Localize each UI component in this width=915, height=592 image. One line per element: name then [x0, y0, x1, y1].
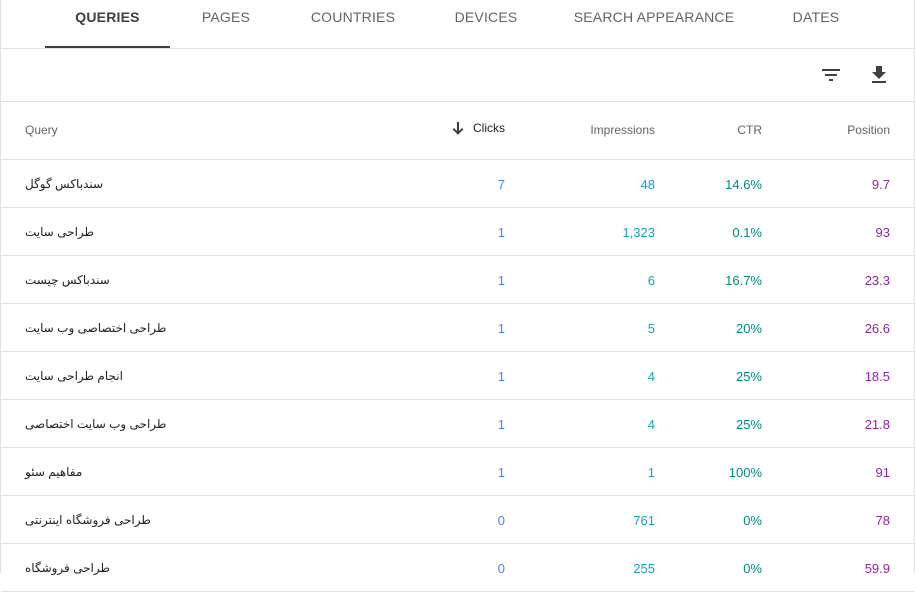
table-row[interactable]: انجام طراحی سایت 1 4 25% 18.5 [1, 352, 914, 400]
table-row[interactable]: طراحی وب سایت اختصاصی 1 4 25% 21.8 [1, 400, 914, 448]
filter-icon [822, 69, 840, 81]
query-cell: طراحی فروشگاه اینترنتی [25, 513, 151, 527]
position-cell: 9.7 [871, 177, 890, 192]
query-cell: طراحی وب سایت اختصاصی [25, 417, 167, 431]
query-cell: طراحی اختصاصی وب سایت [25, 321, 167, 335]
query-cell: انجام طراحی سایت [25, 369, 123, 383]
clicks-cell: 1 [497, 465, 505, 480]
position-cell: 21.8 [864, 417, 890, 432]
impressions-cell: 6 [647, 273, 655, 288]
position-cell: 18.5 [864, 369, 890, 384]
table-row[interactable]: مفاهیم سئو 1 1 100% 91 [1, 448, 914, 496]
table-row[interactable]: سندباکس گوگل 7 48 14.6% 9.7 [1, 160, 914, 208]
tab-pages[interactable]: PAGES [181, 0, 271, 48]
impressions-cell: 5 [647, 321, 655, 336]
clicks-cell: 1 [497, 273, 505, 288]
query-cell: سندباکس گوگل [25, 177, 104, 191]
table-row[interactable]: طراحی فروشگاه اینترنتی 0 761 0% 78 [1, 496, 914, 544]
report-tabs: QUERIES PAGES COUNTRIES DEVICES SEARCH A… [1, 0, 914, 49]
ctr-cell: 25% [735, 417, 762, 432]
clicks-cell: 1 [497, 225, 505, 240]
query-cell: طراحی سایت [25, 225, 95, 239]
clicks-cell: 0 [497, 561, 505, 576]
table-row[interactable]: طراحی سایت 1 1,323 0.1% 93 [1, 208, 914, 256]
tab-devices[interactable]: DEVICES [436, 0, 536, 48]
ctr-cell: 16.7% [725, 273, 762, 288]
clicks-cell: 1 [497, 417, 505, 432]
download-button[interactable] [865, 61, 893, 89]
header-query[interactable]: Query [25, 123, 58, 137]
performance-report-panel: QUERIES PAGES COUNTRIES DEVICES SEARCH A… [0, 0, 915, 592]
table-row[interactable]: طراحی فروشگاه 0 255 0% 59.9 [1, 544, 914, 592]
header-impressions[interactable]: Impressions [590, 123, 655, 137]
table-row[interactable]: سندباکس چیست 1 6 16.7% 23.3 [1, 256, 914, 304]
impressions-cell: 255 [633, 561, 655, 576]
position-cell: 78 [875, 513, 890, 528]
download-icon [872, 66, 886, 83]
clicks-cell: 0 [497, 513, 505, 528]
position-cell: 91 [875, 465, 890, 480]
clicks-cell: 1 [497, 369, 505, 384]
tab-search-appearance[interactable]: SEARCH APPEARANCE [564, 0, 744, 48]
ctr-cell: 0% [743, 513, 762, 528]
table-body: سندباکس گوگل 7 48 14.6% 9.7 طراحی سایت 1… [1, 160, 914, 592]
impressions-cell: 4 [647, 417, 655, 432]
clicks-cell: 7 [497, 177, 505, 192]
query-cell: سندباکس چیست [25, 273, 110, 287]
table-toolbar [1, 49, 914, 102]
ctr-cell: 25% [735, 369, 762, 384]
table-header-row: Query Clicks Impressions CTR Position [1, 102, 914, 160]
tab-countries[interactable]: COUNTRIES [298, 0, 408, 48]
ctr-cell: 0.1% [732, 225, 762, 240]
ctr-cell: 100% [728, 465, 762, 480]
clicks-cell: 1 [497, 321, 505, 336]
impressions-cell: 1 [647, 465, 655, 480]
tab-queries[interactable]: QUERIES [45, 0, 170, 48]
position-cell: 26.6 [864, 321, 890, 336]
header-clicks[interactable]: Clicks [452, 121, 505, 135]
filter-button[interactable] [817, 61, 845, 89]
impressions-cell: 4 [647, 369, 655, 384]
impressions-cell: 48 [640, 177, 655, 192]
query-cell: مفاهیم سئو [25, 465, 83, 479]
position-cell: 59.9 [864, 561, 890, 576]
position-cell: 93 [875, 225, 890, 240]
impressions-cell: 761 [633, 513, 655, 528]
ctr-cell: 14.6% [725, 177, 762, 192]
tab-dates[interactable]: DATES [771, 0, 861, 48]
table-row[interactable]: طراحی اختصاصی وب سایت 1 5 20% 26.6 [1, 304, 914, 352]
header-ctr[interactable]: CTR [737, 123, 762, 137]
arrow-down-icon [452, 121, 464, 135]
ctr-cell: 0% [743, 561, 762, 576]
ctr-cell: 20% [735, 321, 762, 336]
header-clicks-label: Clicks [473, 121, 505, 135]
impressions-cell: 1,323 [622, 225, 655, 240]
position-cell: 23.3 [864, 273, 890, 288]
header-position[interactable]: Position [847, 123, 890, 137]
